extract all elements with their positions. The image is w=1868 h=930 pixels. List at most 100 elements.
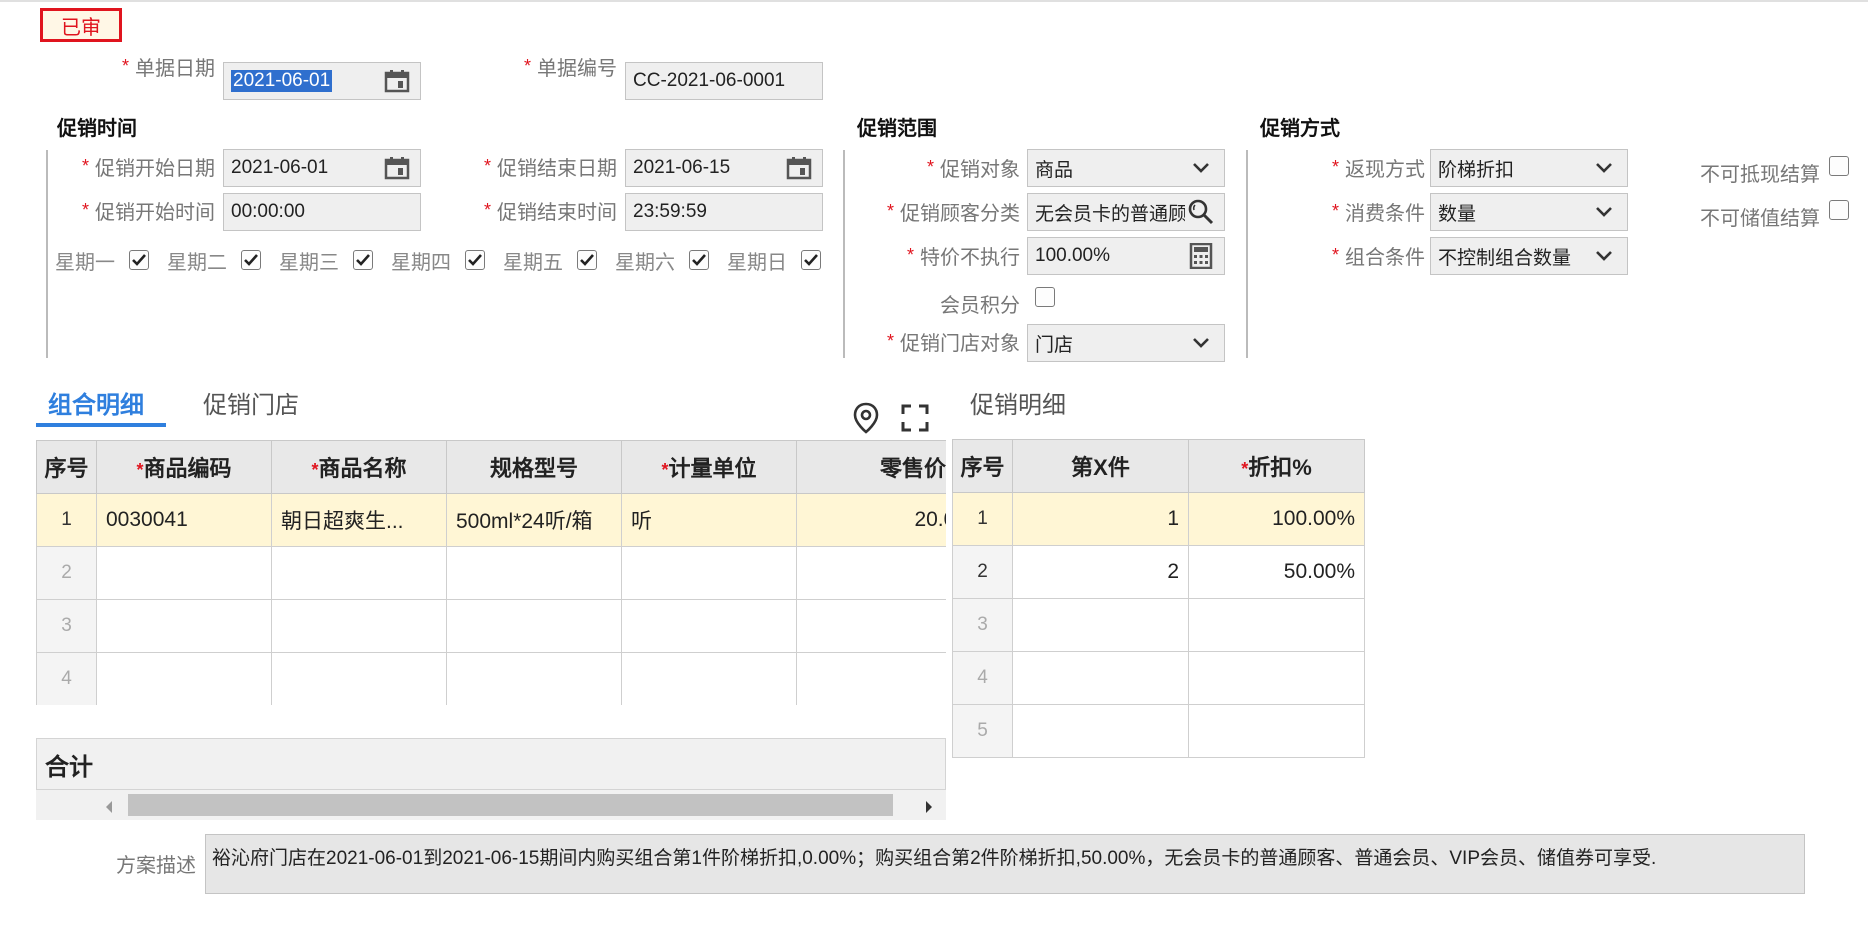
condition-select[interactable]: 数量 bbox=[1430, 193, 1628, 231]
column-header[interactable]: *折扣% bbox=[1188, 439, 1365, 493]
cell-discount[interactable] bbox=[1188, 704, 1365, 758]
cell-unit[interactable]: 听 bbox=[621, 493, 797, 547]
section-divider bbox=[843, 150, 845, 358]
table-row[interactable]: 3 bbox=[952, 598, 1365, 652]
cell-unit[interactable] bbox=[621, 599, 797, 653]
promo-target-select[interactable]: 商品 bbox=[1027, 149, 1225, 187]
weekday-tue[interactable]: 星期二 bbox=[167, 243, 279, 277]
cell-retail-price[interactable] bbox=[796, 599, 946, 653]
no-stored-checkbox[interactable] bbox=[1829, 200, 1849, 220]
cell-nth-item[interactable]: 2 bbox=[1012, 545, 1189, 599]
chevron-down-icon[interactable] bbox=[1185, 327, 1217, 359]
end-date-field[interactable]: 2021-06-15 bbox=[625, 149, 823, 187]
weekday-thu[interactable]: 星期四 bbox=[391, 243, 503, 277]
member-points-checkbox[interactable] bbox=[1035, 287, 1055, 307]
cell-product-name[interactable] bbox=[271, 652, 447, 705]
chevron-down-icon[interactable] bbox=[1588, 196, 1620, 228]
magnifier-icon[interactable] bbox=[1185, 196, 1217, 228]
cell-nth-item[interactable] bbox=[1012, 598, 1189, 652]
cell-product-name[interactable]: 朝日超爽生... bbox=[271, 493, 447, 547]
cell-nth-item[interactable]: 1 bbox=[1012, 492, 1189, 546]
fullscreen-icon[interactable] bbox=[901, 404, 929, 432]
special-price-field[interactable]: 100.00% bbox=[1027, 237, 1225, 275]
checkbox[interactable] bbox=[577, 250, 597, 270]
table-row[interactable]: 4 bbox=[36, 652, 946, 705]
weekday-sat[interactable]: 星期六 bbox=[615, 243, 727, 277]
horizontal-scrollbar[interactable] bbox=[36, 790, 946, 820]
column-header[interactable]: 序号 bbox=[36, 440, 97, 494]
calendar-icon[interactable] bbox=[783, 152, 815, 184]
weekday-fri[interactable]: 星期五 bbox=[503, 243, 615, 277]
chevron-down-icon[interactable] bbox=[1588, 152, 1620, 184]
cell-retail-price[interactable] bbox=[796, 546, 946, 600]
table-row[interactable]: 3 bbox=[36, 599, 946, 653]
end-time-field[interactable]: 23:59:59 bbox=[625, 193, 823, 231]
cell-retail-price[interactable] bbox=[796, 652, 946, 705]
cell-discount[interactable]: 50.00% bbox=[1188, 545, 1365, 599]
cell-spec[interactable] bbox=[446, 546, 622, 600]
cell-product-code[interactable] bbox=[96, 546, 272, 600]
combo-select[interactable]: 不控制组合数量 bbox=[1430, 237, 1628, 275]
start-date-field[interactable]: 2021-06-01 bbox=[223, 149, 421, 187]
description-field[interactable]: 裕沁府门店在2021-06-01到2021-06-15期间内购买组合第1件阶梯折… bbox=[205, 834, 1805, 894]
weekday-sun[interactable]: 星期日 bbox=[727, 243, 839, 277]
chevron-down-icon[interactable] bbox=[1185, 152, 1217, 184]
scroll-right-arrow[interactable] bbox=[924, 798, 934, 820]
cell-product-code[interactable]: 0030041 bbox=[96, 493, 272, 547]
checkbox[interactable] bbox=[465, 250, 485, 270]
checkbox[interactable] bbox=[129, 250, 149, 270]
scroll-left-arrow[interactable] bbox=[104, 798, 114, 820]
tab-promo-stores[interactable]: 促销门店 bbox=[203, 380, 299, 424]
doc-no-field[interactable]: CC-2021-06-0001 bbox=[625, 62, 823, 100]
cell-product-code[interactable] bbox=[96, 652, 272, 705]
column-header[interactable]: 第X件 bbox=[1012, 439, 1189, 493]
doc-date-field[interactable]: 2021-06-01 bbox=[223, 62, 421, 100]
table-row[interactable]: 1 0030041 朝日超爽生... 500ml*24听/箱 听 20.00 bbox=[36, 493, 946, 547]
column-header[interactable]: *商品编码 bbox=[96, 440, 272, 494]
cell-product-code[interactable] bbox=[96, 599, 272, 653]
cell-nth-item[interactable] bbox=[1012, 704, 1189, 758]
start-time-field[interactable]: 00:00:00 bbox=[223, 193, 421, 231]
checkbox[interactable] bbox=[353, 250, 373, 270]
cell-discount[interactable]: 100.00% bbox=[1188, 492, 1365, 546]
column-header[interactable]: 序号 bbox=[952, 439, 1013, 493]
cell-product-name[interactable] bbox=[271, 599, 447, 653]
no-offset-checkbox[interactable] bbox=[1829, 156, 1849, 176]
column-header[interactable]: *商品名称 bbox=[271, 440, 447, 494]
table-row[interactable]: 5 bbox=[952, 704, 1365, 758]
cell-unit[interactable] bbox=[621, 652, 797, 705]
table-row[interactable]: 1 1 100.00% bbox=[952, 492, 1365, 546]
cell-nth-item[interactable] bbox=[1012, 651, 1189, 705]
table-row[interactable]: 4 bbox=[952, 651, 1365, 705]
store-target-select[interactable]: 门店 bbox=[1027, 324, 1225, 362]
cell-discount[interactable] bbox=[1188, 598, 1365, 652]
location-pin-icon[interactable] bbox=[852, 402, 880, 434]
checkbox[interactable] bbox=[801, 250, 821, 270]
cashback-select[interactable]: 阶梯折扣 bbox=[1430, 149, 1628, 187]
cell-spec[interactable] bbox=[446, 599, 622, 653]
table-row[interactable]: 2 bbox=[36, 546, 946, 600]
checkbox[interactable] bbox=[689, 250, 709, 270]
scrollbar-thumb[interactable] bbox=[128, 794, 893, 816]
chevron-down-icon[interactable] bbox=[1588, 240, 1620, 272]
cell-spec[interactable] bbox=[446, 652, 622, 705]
customer-class-field[interactable]: 无会员卡的普通顾 bbox=[1027, 193, 1225, 231]
weekday-mon[interactable]: 星期一 bbox=[55, 243, 167, 277]
calculator-icon[interactable] bbox=[1185, 240, 1217, 272]
tab-combo-detail[interactable]: 组合明细 bbox=[48, 380, 144, 424]
checkbox[interactable] bbox=[241, 250, 261, 270]
cell-discount[interactable] bbox=[1188, 651, 1365, 705]
weekday-wed[interactable]: 星期三 bbox=[279, 243, 391, 277]
cell-spec[interactable]: 500ml*24听/箱 bbox=[446, 493, 622, 547]
promo-method-title: 促销方式 bbox=[1260, 118, 1340, 140]
cell-unit[interactable] bbox=[621, 546, 797, 600]
column-header[interactable]: 零售价 bbox=[796, 440, 946, 494]
column-header[interactable]: 规格型号 bbox=[446, 440, 622, 494]
calendar-icon[interactable] bbox=[381, 152, 413, 184]
cell-retail-price[interactable]: 20.00 bbox=[796, 493, 946, 547]
column-header[interactable]: *计量单位 bbox=[621, 440, 797, 494]
cell-product-name[interactable] bbox=[271, 546, 447, 600]
table-row[interactable]: 2 2 50.00% bbox=[952, 545, 1365, 599]
combo-table-viewport: 序号 *商品编码 *商品名称 规格型号 *计量单位 零售价 1 0030041 … bbox=[36, 440, 946, 705]
calendar-icon[interactable] bbox=[381, 65, 413, 97]
